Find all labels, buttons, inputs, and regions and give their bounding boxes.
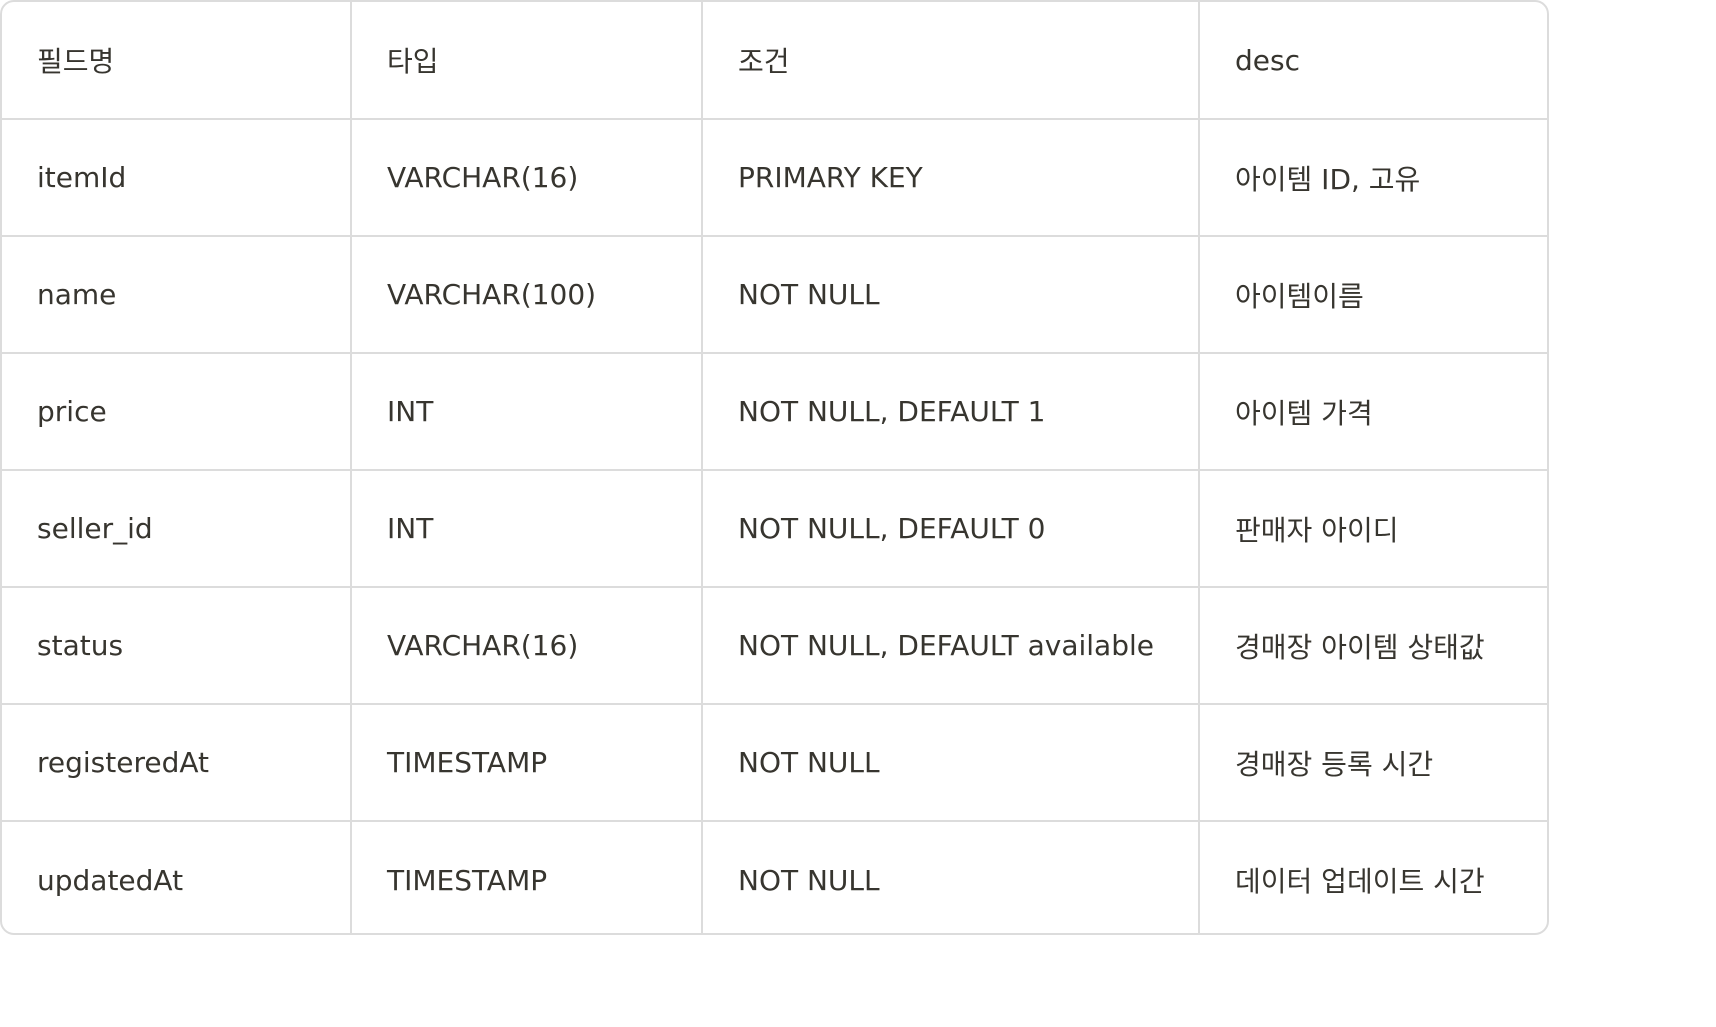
cell-constraint: NOT NULL, DEFAULT 0 xyxy=(702,470,1200,588)
cell-type: TIMESTAMP xyxy=(351,704,703,822)
cell-type: INT xyxy=(351,353,703,471)
schema-table-container: 필드명 타입 조건 desc itemId VARCHAR(16) PRIMAR… xyxy=(0,0,1549,935)
cell-desc: 아이템 가격 xyxy=(1199,353,1547,471)
cell-type: VARCHAR(100) xyxy=(351,236,703,354)
table-row: updatedAt TIMESTAMP NOT NULL 데이터 업데이트 시간 xyxy=(2,821,1547,933)
cell-field-name: price xyxy=(2,353,352,471)
cell-constraint: NOT NULL xyxy=(702,704,1200,822)
cell-type: TIMESTAMP xyxy=(351,821,703,933)
table-header-row: 필드명 타입 조건 desc xyxy=(2,2,1547,120)
cell-field-name: name xyxy=(2,236,352,354)
cell-desc: 아이템이름 xyxy=(1199,236,1547,354)
cell-field-name: seller_id xyxy=(2,470,352,588)
schema-table: 필드명 타입 조건 desc itemId VARCHAR(16) PRIMAR… xyxy=(2,2,1547,933)
table-row: itemId VARCHAR(16) PRIMARY KEY 아이템 ID, 고… xyxy=(2,119,1547,237)
table-row: seller_id INT NOT NULL, DEFAULT 0 판매자 아이… xyxy=(2,470,1547,588)
cell-type: VARCHAR(16) xyxy=(351,587,703,705)
column-header-constraint: 조건 xyxy=(702,2,1200,120)
cell-desc: 경매장 아이템 상태값 xyxy=(1199,587,1547,705)
cell-desc: 아이템 ID, 고유 xyxy=(1199,119,1547,237)
cell-constraint: PRIMARY KEY xyxy=(702,119,1200,237)
column-header-type: 타입 xyxy=(351,2,703,120)
cell-field-name: status xyxy=(2,587,352,705)
cell-desc: 판매자 아이디 xyxy=(1199,470,1547,588)
column-header-desc: desc xyxy=(1199,2,1547,120)
cell-type: INT xyxy=(351,470,703,588)
cell-constraint: NOT NULL xyxy=(702,236,1200,354)
table-row: status VARCHAR(16) NOT NULL, DEFAULT ava… xyxy=(2,587,1547,705)
cell-field-name: updatedAt xyxy=(2,821,352,933)
table-row: registeredAt TIMESTAMP NOT NULL 경매장 등록 시… xyxy=(2,704,1547,822)
column-header-field-name: 필드명 xyxy=(2,2,352,120)
cell-constraint: NOT NULL, DEFAULT 1 xyxy=(702,353,1200,471)
table-row: name VARCHAR(100) NOT NULL 아이템이름 xyxy=(2,236,1547,354)
cell-constraint: NOT NULL xyxy=(702,821,1200,933)
cell-field-name: registeredAt xyxy=(2,704,352,822)
cell-type: VARCHAR(16) xyxy=(351,119,703,237)
table-row: price INT NOT NULL, DEFAULT 1 아이템 가격 xyxy=(2,353,1547,471)
cell-constraint: NOT NULL, DEFAULT available xyxy=(702,587,1200,705)
cell-field-name: itemId xyxy=(2,119,352,237)
cell-desc: 데이터 업데이트 시간 xyxy=(1235,865,1485,898)
cell-desc: 경매장 등록 시간 xyxy=(1199,704,1547,822)
